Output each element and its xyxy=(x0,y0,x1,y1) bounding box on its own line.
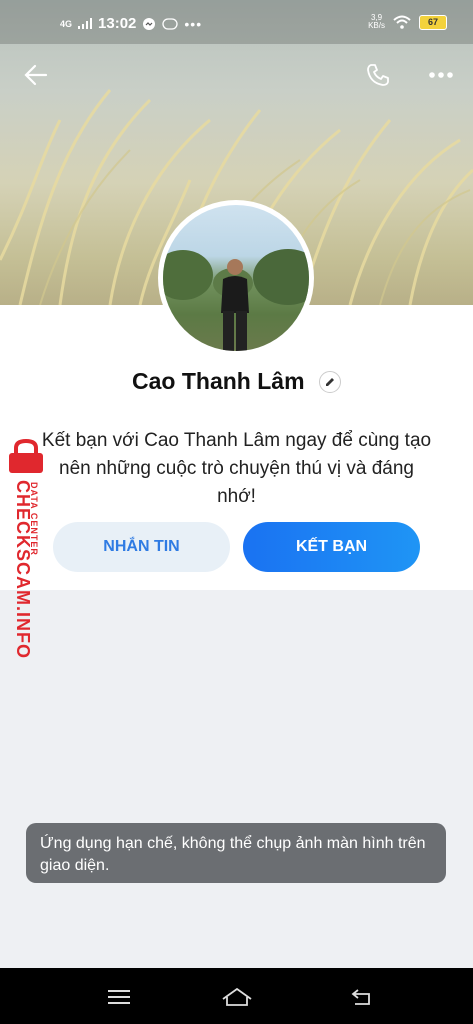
clock: 13:02 xyxy=(98,15,137,32)
back-nav-button[interactable] xyxy=(341,982,381,1012)
return-icon xyxy=(351,989,370,1005)
pencil-icon xyxy=(325,377,334,386)
status-right: 3,9 KB/s 67 xyxy=(368,14,447,30)
profile-header xyxy=(0,55,473,99)
profile-name-row: Cao Thanh Lâm xyxy=(0,368,473,396)
avatar[interactable] xyxy=(163,205,309,351)
more-button[interactable] xyxy=(421,55,461,95)
messenger-icon xyxy=(143,17,156,30)
profile-name: Cao Thanh Lâm xyxy=(132,368,305,394)
status-bar: 4G 13:02 ••• 3,9 KB/s 67 xyxy=(0,0,473,44)
menu-nav-button[interactable] xyxy=(99,982,139,1012)
message-button[interactable]: NHẮN TIN xyxy=(53,522,230,572)
phone-icon xyxy=(367,64,389,86)
home-nav-button[interactable] xyxy=(217,982,257,1012)
add-friend-card: Kết bạn với Cao Thanh Lâm ngay để cùng t… xyxy=(0,405,473,590)
speed-unit: KB/s xyxy=(368,21,385,30)
add-friend-button[interactable]: KẾT BẠN xyxy=(243,522,420,572)
home-icon xyxy=(222,987,252,1006)
network-speed: 3,9 KB/s xyxy=(368,14,385,30)
status-left: 4G 13:02 ••• xyxy=(60,15,202,32)
invite-text: Kết bạn với Cao Thanh Lâm ngay để cùng t… xyxy=(41,430,432,507)
more-notifications-icon: ••• xyxy=(184,15,203,32)
call-button[interactable] xyxy=(358,55,398,95)
signal-icon xyxy=(78,18,93,29)
wifi-icon xyxy=(393,15,411,29)
arrow-left-icon xyxy=(24,64,48,86)
back-button[interactable] xyxy=(16,55,56,95)
edit-name-button[interactable] xyxy=(318,370,341,393)
more-horizontal-icon xyxy=(429,72,453,78)
battery-icon: 67 xyxy=(419,14,447,30)
watermark-sub: DATA CENTER xyxy=(29,482,39,556)
network-type: 4G xyxy=(60,18,73,29)
notification-app-icon xyxy=(162,17,179,30)
toast-message: Ứng dụng hạn chế, không thể chụp ảnh màn… xyxy=(26,823,446,883)
lock-icon xyxy=(9,438,43,473)
menu-icon xyxy=(108,990,130,1004)
system-nav-bar xyxy=(0,968,473,1024)
avatar-photo xyxy=(163,249,309,351)
